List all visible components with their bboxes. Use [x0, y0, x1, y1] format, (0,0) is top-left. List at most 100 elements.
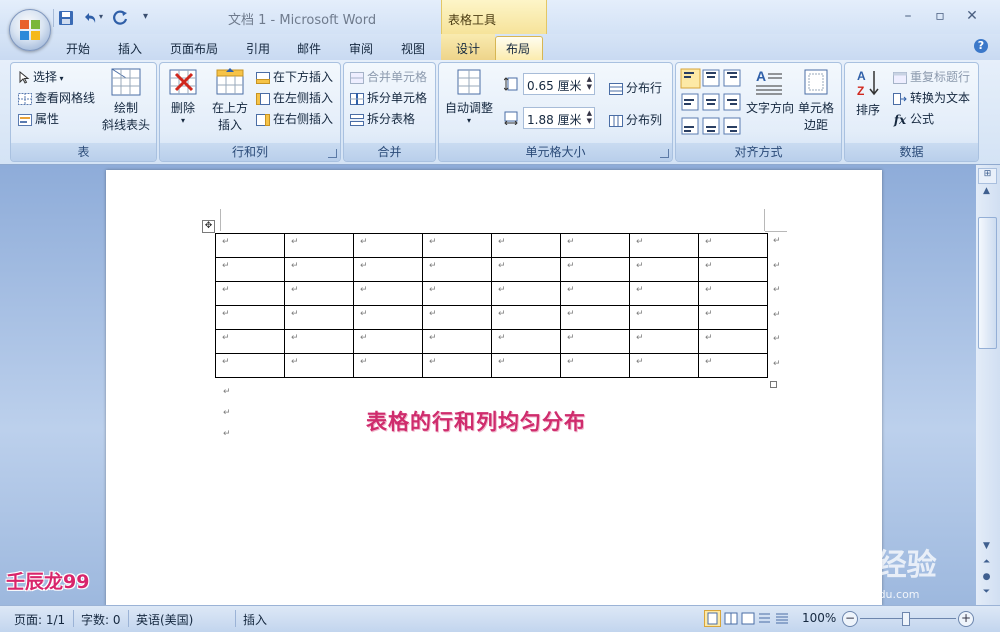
table-cell[interactable]: ↵	[629, 329, 699, 354]
status-insert-mode[interactable]: 插入	[243, 611, 267, 628]
distribute-rows-button[interactable]: 分布行	[609, 79, 662, 96]
undo-icon[interactable]	[82, 10, 98, 26]
formula-button[interactable]: fx 公式	[893, 110, 934, 127]
column-width-spinner-icon[interactable]: ▲ ▼	[587, 109, 592, 125]
table-cell[interactable]: ↵	[629, 353, 699, 378]
zoom-level[interactable]: 100%	[802, 611, 836, 625]
rows-columns-launcher-icon[interactable]	[328, 149, 337, 158]
tab-page-layout[interactable]: 页面布局	[170, 40, 218, 57]
view-buttons-icon[interactable]	[704, 610, 790, 627]
save-icon[interactable]	[58, 10, 74, 26]
table-cell[interactable]: ↵	[698, 233, 768, 258]
table-move-handle-icon[interactable]: ✥	[202, 220, 215, 233]
zoom-out-icon[interactable]: −	[842, 611, 858, 627]
sort-button[interactable]: AZ 排序	[849, 68, 887, 118]
table-cell[interactable]: ↵	[215, 281, 285, 306]
table-cell[interactable]: ↵	[560, 305, 630, 330]
table-cell[interactable]: ↵	[422, 257, 492, 282]
table-cell[interactable]: ↵	[215, 233, 285, 258]
previous-page-icon[interactable]: ⏶	[978, 557, 995, 569]
office-button[interactable]	[9, 9, 51, 51]
tab-layout[interactable]: 布局	[506, 40, 530, 57]
scrollbar-thumb[interactable]	[978, 217, 997, 349]
tab-mailings[interactable]: 邮件	[297, 40, 321, 57]
table-cell[interactable]: ↵	[560, 353, 630, 378]
table-cell[interactable]: ↵	[491, 305, 561, 330]
table-cell[interactable]: ↵	[353, 257, 423, 282]
table-cell[interactable]: ↵	[629, 233, 699, 258]
table-cell[interactable]: ↵	[353, 329, 423, 354]
table-cell[interactable]: ↵	[491, 281, 561, 306]
repeat-header-rows-button[interactable]: 重复标题行	[893, 68, 970, 85]
table-cell[interactable]: ↵	[353, 353, 423, 378]
table-cell[interactable]: ↵	[422, 281, 492, 306]
row-height-field[interactable]: 0.65 厘米 ▲ ▼	[523, 73, 595, 95]
split-table-button[interactable]: 拆分表格	[350, 110, 415, 127]
table-cell[interactable]: ↵	[560, 257, 630, 282]
table-cell[interactable]: ↵	[215, 305, 285, 330]
cell-size-launcher-icon[interactable]	[660, 149, 669, 158]
table-cell[interactable]: ↵	[560, 329, 630, 354]
table-cell[interactable]: ↵	[284, 353, 354, 378]
tab-references[interactable]: 引用	[246, 40, 270, 57]
insert-left-button[interactable]: 在左侧插入	[256, 89, 333, 106]
table-cell[interactable]: ↵	[422, 353, 492, 378]
merge-cells-button[interactable]: 合并单元格	[350, 68, 427, 85]
zoom-in-icon[interactable]: +	[958, 611, 974, 627]
table-cell[interactable]: ↵	[491, 257, 561, 282]
table-cell[interactable]: ↵	[353, 281, 423, 306]
ruler-toggle-icon[interactable]: ⊞	[978, 168, 997, 184]
split-cells-button[interactable]: 拆分单元格	[350, 89, 427, 106]
table-cell[interactable]: ↵	[698, 353, 768, 378]
row-height-spinner-icon[interactable]: ▲ ▼	[587, 75, 592, 91]
select-button[interactable]: 选择 ▾	[18, 68, 64, 85]
table-cell[interactable]: ↵	[491, 329, 561, 354]
draw-diagonal-header-button[interactable]: 绘制 斜线表头	[101, 68, 151, 133]
scroll-down-icon[interactable]: ▼	[978, 541, 995, 553]
table-cell[interactable]: ↵	[491, 353, 561, 378]
insert-below-button[interactable]: 在下方插入	[256, 68, 333, 85]
document-table[interactable]: ↵ ↵ ↵ ↵ ↵ ↵ ↵ ↵ ↵ ↵ ↵ ↵ ↵ ↵ ↵ ↵ ↵ ↵ ↵ ↵ ↵ ↵ ↵ ↵ ↵ ↵ ↵ ↵ ↵ ↵ ↵ ↵ ↵ ↵ ↵ ↵ ↵ ↵ ↵ ↵…	[215, 233, 768, 378]
view-gridlines-button[interactable]: 查看网格线	[18, 89, 95, 106]
tab-insert[interactable]: 插入	[118, 40, 142, 57]
table-cell[interactable]: ↵	[698, 305, 768, 330]
table-cell[interactable]: ↵	[560, 281, 630, 306]
tab-view[interactable]: 视图	[401, 40, 425, 57]
column-width-field[interactable]: 1.88 厘米 ▲ ▼	[523, 107, 595, 129]
table-cell[interactable]: ↵	[698, 281, 768, 306]
cell-margins-button[interactable]: 单元格 边距	[794, 68, 838, 133]
table-cell[interactable]: ↵	[422, 233, 492, 258]
table-cell[interactable]: ↵	[284, 257, 354, 282]
text-direction-button[interactable]: A 文字方向	[746, 68, 794, 116]
convert-to-text-button[interactable]: 转换为文本	[893, 89, 970, 106]
table-cell[interactable]: ↵	[560, 233, 630, 258]
distribute-columns-button[interactable]: 分布列	[609, 111, 662, 128]
status-language[interactable]: 英语(美国)	[136, 611, 193, 628]
properties-button[interactable]: 属性	[18, 110, 59, 127]
table-cell[interactable]: ↵	[422, 305, 492, 330]
browse-object-icon[interactable]: ●	[978, 572, 995, 584]
table-cell[interactable]: ↵	[215, 329, 285, 354]
table-cell[interactable]: ↵	[284, 305, 354, 330]
delete-button[interactable]: 删除 ▾	[164, 68, 202, 125]
table-cell[interactable]: ↵	[353, 305, 423, 330]
table-cell[interactable]: ↵	[215, 353, 285, 378]
redo-icon[interactable]	[112, 10, 128, 26]
insert-right-button[interactable]: 在右侧插入	[256, 110, 333, 127]
customize-qat-icon[interactable]: ▾	[143, 11, 148, 22]
tab-design[interactable]: 设计	[456, 40, 480, 57]
status-word-count[interactable]: 字数: 0	[81, 611, 121, 628]
alignment-grid-icon[interactable]	[680, 68, 744, 136]
close-icon[interactable]: ✕	[962, 8, 982, 24]
table-cell[interactable]: ↵	[698, 257, 768, 282]
table-cell[interactable]: ↵	[215, 257, 285, 282]
table-cell[interactable]: ↵	[629, 281, 699, 306]
scroll-up-icon[interactable]: ▲	[978, 186, 995, 200]
minimize-icon[interactable]: –	[898, 8, 918, 24]
table-cell[interactable]: ↵	[698, 329, 768, 354]
maximize-icon[interactable]: ▫	[930, 8, 950, 24]
table-cell[interactable]: ↵	[422, 329, 492, 354]
table-cell[interactable]: ↵	[284, 281, 354, 306]
next-page-icon[interactable]: ⏷	[978, 587, 995, 599]
table-cell[interactable]: ↵	[629, 257, 699, 282]
